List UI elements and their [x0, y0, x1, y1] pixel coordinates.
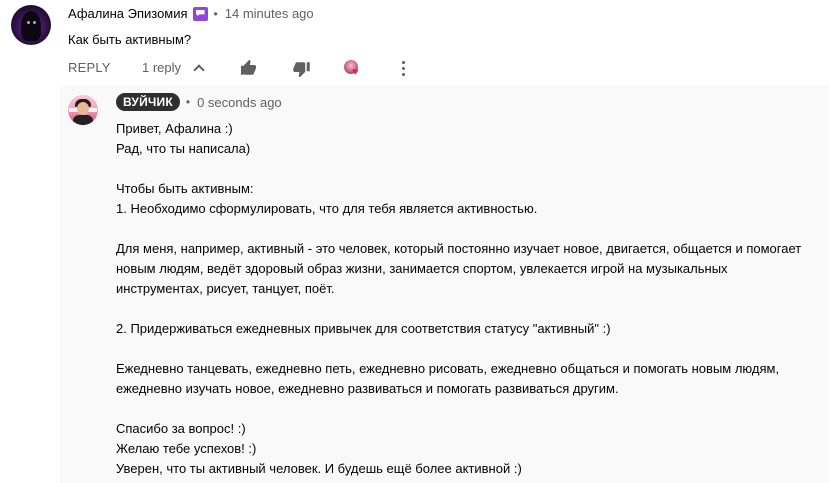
reply-line [116, 159, 821, 179]
creator-heart-icon[interactable]: ♥ [344, 60, 362, 78]
reply-line: Рад, что ты написала) [116, 141, 251, 156]
reply-line: Желаю тебе успехов! :) [116, 441, 257, 456]
reply-line: ежедневно изучать новое, ежедневно разви… [116, 381, 619, 396]
parent-comment-text: Как быть активным? [68, 32, 192, 47]
separator-dot: • [185, 95, 191, 109]
reply-line: новым людям, ведёт здоровый образ жизни,… [116, 261, 728, 276]
reply-line: Ежедневно танцевать, ежедневно петь, еже… [116, 361, 780, 376]
reply-line: Для меня, например, активный - это челов… [116, 241, 802, 256]
reply-line: Чтобы быть активным: [116, 181, 254, 196]
reply-line: Уверен, что ты активный человек. И будеш… [116, 461, 522, 476]
reply-button[interactable]: REPLY [68, 60, 111, 75]
thumb-up-icon[interactable] [239, 59, 258, 82]
reply-text: Привет, Афалина :) Рад, что ты написала)… [116, 119, 821, 479]
parent-timestamp[interactable]: 14 minutes ago [225, 6, 314, 21]
member-badge-icon [192, 6, 208, 21]
channel-owner-avatar[interactable] [68, 95, 98, 125]
reply-timestamp[interactable]: 0 seconds ago [197, 95, 282, 110]
reply-line: Привет, Афалина :) [116, 121, 233, 136]
parent-comment-header: Афалина Эпизомия • 14 minutes ago [68, 6, 314, 21]
separator-dot: • [213, 6, 218, 21]
reply-line [116, 399, 821, 419]
more-vert-icon[interactable] [402, 61, 406, 77]
reply-line: 2. Придерживаться ежедневных привычек дл… [116, 321, 611, 336]
reply-header: ВУЙЧИК • 0 seconds ago [116, 93, 282, 111]
reply-line: инструментах, рисует, танцует, поёт. [116, 281, 335, 296]
parent-comment-actions: REPLY 1 reply ♥ [68, 59, 828, 83]
chevron-up-icon [193, 63, 205, 76]
reply-line [116, 339, 821, 359]
parent-author-name[interactable]: Афалина Эпизомия [68, 6, 188, 21]
reply-comment: ВУЙЧИК • 0 seconds ago Привет, Афалина :… [60, 86, 829, 483]
channel-owner-badge[interactable]: ВУЙЧИК [116, 93, 180, 111]
reply-line: 1. Необходимо сформулировать, что для те… [116, 201, 538, 216]
commenter-avatar[interactable] [11, 5, 51, 45]
replies-toggle[interactable]: 1 reply [142, 60, 205, 76]
reply-line [116, 219, 821, 239]
replies-toggle-label: 1 reply [142, 60, 182, 75]
reply-line: Спасибо за вопрос! :) [116, 421, 246, 436]
thumb-down-icon[interactable] [292, 60, 311, 83]
reply-line [116, 299, 821, 319]
